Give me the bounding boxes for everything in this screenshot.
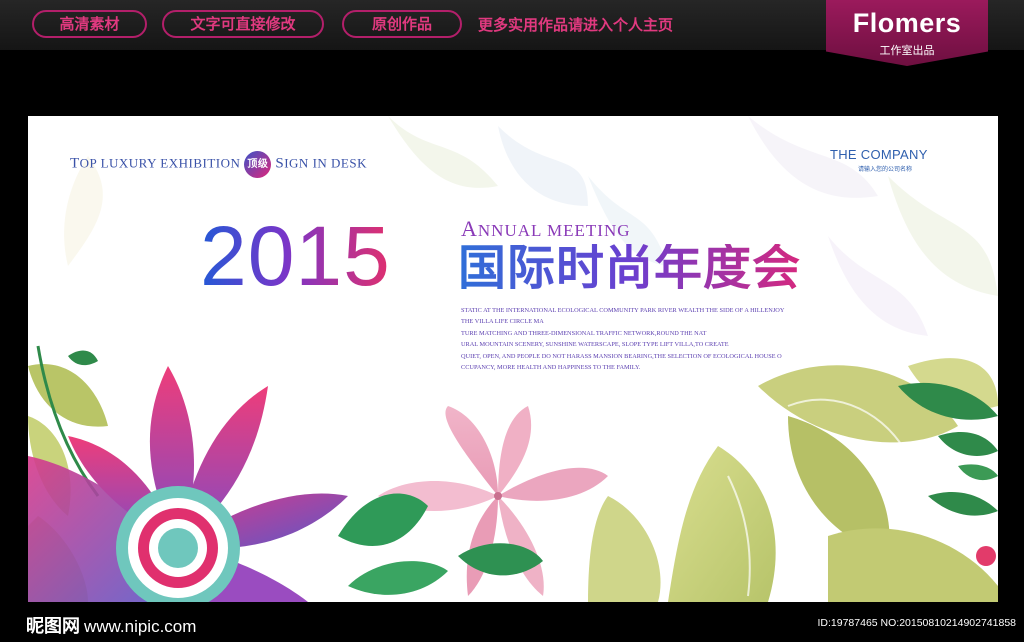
exhibition-word: EXHIBITION [160, 155, 241, 171]
company-name: THE COMPANY [830, 147, 928, 162]
sign-cap: S [275, 155, 285, 172]
top-cap: T [70, 155, 80, 172]
chinese-title: 国际时尚年度会 [458, 240, 802, 296]
lime-leaves-right [588, 358, 998, 602]
meeting-word: MEETING [547, 221, 631, 240]
top-level-badge: 顶级 [244, 151, 272, 178]
brand-subtitle: 工作室出品 [879, 44, 935, 57]
brand-badge[interactable]: Flomers 工作室出品 [826, 0, 988, 66]
body-line: URAL MOUNTAIN SCENERY, SUNSHINE WATERSCA… [461, 341, 729, 349]
annual-rest: NNUAL [477, 221, 542, 240]
body-line: QUIET, OPEN, AND PEOPLE DO NOT HARASS MA… [461, 352, 782, 360]
year-title: 2015 [200, 209, 391, 303]
in-word: IN [312, 155, 328, 171]
promo-link[interactable]: 更多实用作品请进入个人主页 [478, 14, 673, 35]
brand-name: Flomers [852, 8, 962, 38]
body-line: STATIC AT THE INTERNATIONAL ECOLOGICAL C… [461, 307, 785, 314]
nipic-logo: 昵图网 [26, 616, 80, 637]
image-id-label: ID:19787465 NO:20150810214902741858 [817, 617, 1016, 629]
sign-rest: IGN [284, 155, 309, 171]
company-name-placeholder: 请输入您的公司名称 [858, 166, 913, 173]
footer-bar: 昵图网 www.nipic.com ID:19787465 NO:20150810… [0, 602, 1024, 642]
body-paragraph: STATIC AT THE INTERNATIONAL ECOLOGICAL C… [461, 305, 831, 373]
tag-hd-material[interactable]: 高清素材 [32, 10, 147, 38]
tag-original-work[interactable]: 原创作品 [342, 10, 462, 38]
tag-editable-text[interactable]: 文字可直接修改 [162, 10, 324, 38]
luxury-word: LUXURY [100, 155, 157, 171]
poster-image: TOP LUXURY EXHIBITION 顶级 SIGN IN DESK THE … [28, 116, 998, 602]
top-rest: OP [79, 155, 97, 171]
annual-meeting-heading: ANNUAL MEETING [461, 216, 631, 242]
desk-word: DESK [331, 155, 367, 171]
nipic-watermark[interactable]: 昵图网 www.nipic.com [26, 612, 196, 638]
body-line: THE VILLA LIFE CIRCLE MA [461, 318, 544, 326]
body-line: TURE MATCHING AND THREE-DIMENSIONAL TRAF… [461, 329, 707, 337]
annual-cap: A [461, 216, 478, 241]
body-line: CCUPANCY, MORE HEALTH AND HAPPINESS TO T… [461, 364, 641, 372]
top-luxury-line: TOP LUXURY EXHIBITION 顶级 SIGN IN DESK [70, 151, 367, 178]
nipic-site: www.nipic.com [84, 617, 197, 636]
